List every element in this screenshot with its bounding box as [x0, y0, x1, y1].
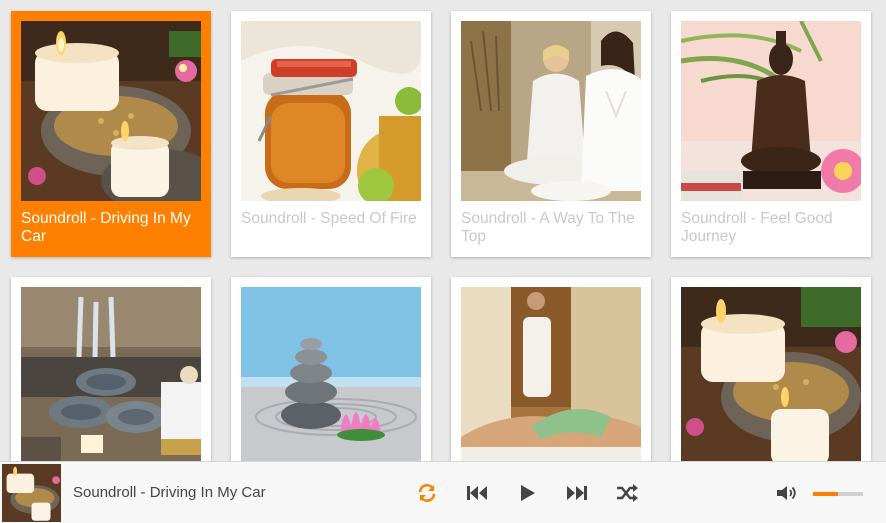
previous-icon — [467, 486, 487, 500]
candles-spa-icon — [21, 21, 201, 201]
track-title: Soundroll - Driving In My Car — [21, 210, 191, 245]
track-title: Soundroll - Speed Of Fire — [241, 210, 417, 227]
candles-spa-icon — [681, 287, 861, 467]
towels-waterfall-icon — [21, 287, 201, 467]
repeat-icon — [418, 484, 436, 502]
track-card[interactable]: Soundroll - Driving In My Car — [11, 11, 211, 257]
zen-stones-lotus-icon — [241, 287, 421, 467]
volume-level — [813, 492, 838, 496]
spa-massage-icon — [461, 287, 641, 467]
volume-icon — [777, 486, 796, 500]
volume-button[interactable] — [774, 481, 800, 505]
repeat-button[interactable] — [414, 481, 440, 505]
track-title: Soundroll - A Way To The Top — [461, 210, 635, 245]
candles-spa-icon — [2, 464, 61, 522]
volume-slider[interactable] — [813, 492, 863, 496]
previous-button[interactable] — [464, 481, 490, 505]
now-playing-cover[interactable] — [2, 464, 61, 522]
track-card[interactable]: Soundroll - Speed Of Fire — [231, 11, 431, 257]
play-icon — [521, 485, 535, 501]
track-card[interactable]: Soundroll - A Way To The Top — [451, 11, 651, 257]
track-card[interactable]: Soundroll - Feel Good Journey — [671, 11, 871, 257]
next-button[interactable] — [564, 481, 590, 505]
track-title: Soundroll - Feel Good Journey — [681, 210, 833, 245]
play-button[interactable] — [514, 481, 540, 505]
now-playing-title: Soundroll - Driving In My Car — [73, 484, 266, 501]
music-playlist-page: Soundroll - Driving In My Car Soundroll … — [0, 0, 886, 523]
meditation-people-icon — [461, 21, 641, 201]
shuffle-button[interactable] — [614, 481, 640, 505]
honey-jar-icon — [241, 21, 421, 201]
buddha-statue-icon — [681, 21, 861, 201]
next-icon — [567, 486, 587, 500]
player-bar: Soundroll - Driving In My Car — [0, 461, 886, 523]
shuffle-icon — [617, 484, 638, 502]
